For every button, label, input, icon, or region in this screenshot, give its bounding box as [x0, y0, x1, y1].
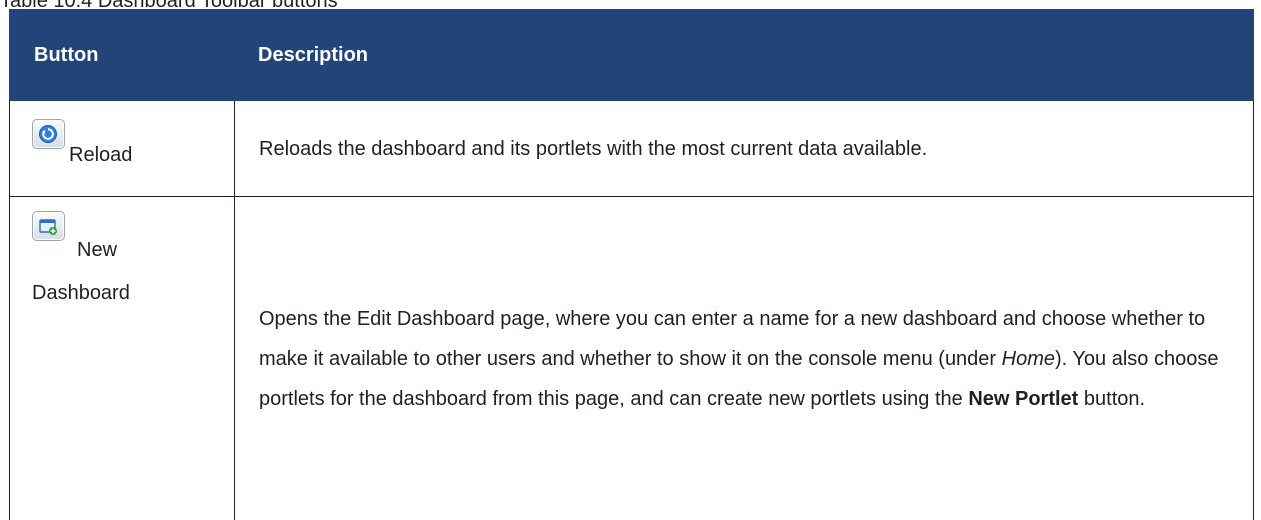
table-header-row: Button Description	[10, 10, 1254, 101]
button-cell: New Dashboard	[10, 197, 235, 520]
new-dashboard-label-line2: Dashboard	[32, 282, 234, 305]
desc-home-emphasis: Home	[1002, 348, 1055, 370]
dashboard-toolbar-table: Button Description Reload Reloads the da…	[9, 9, 1254, 520]
new-dashboard-label-line1: New	[77, 239, 117, 262]
new-dashboard-icon	[32, 211, 65, 241]
header-button: Button	[10, 10, 235, 101]
desc-new-portlet-bold: New Portlet	[968, 388, 1078, 410]
header-description: Description	[235, 10, 1254, 101]
reload-description: Reloads the dashboard and its portlets w…	[235, 101, 1254, 197]
reload-icon	[32, 119, 65, 149]
reload-button-label: Reload	[69, 144, 132, 167]
new-dashboard-description: Opens the Edit Dashboard page, where you…	[235, 197, 1254, 520]
table-row: New Dashboard Opens the Edit Dashboard p…	[10, 197, 1254, 520]
button-cell: Reload	[10, 101, 235, 197]
table-row: Reload Reloads the dashboard and its por…	[10, 101, 1254, 197]
desc-part-5: button.	[1078, 388, 1145, 410]
